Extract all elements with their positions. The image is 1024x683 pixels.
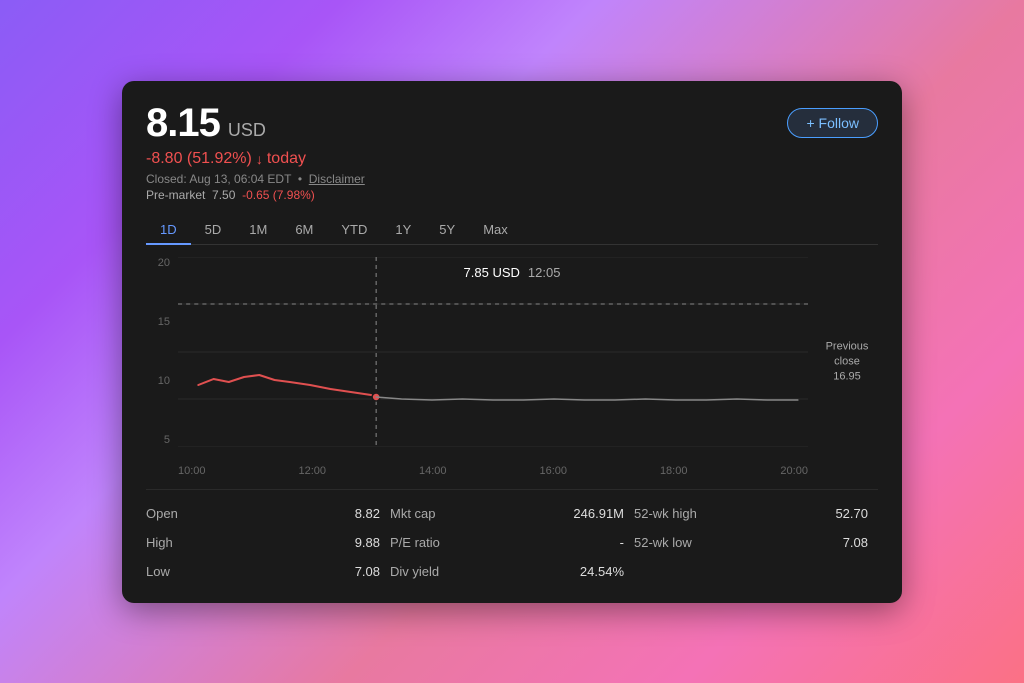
stats-col-2: Mkt cap 246.91M P/E ratio - Div yield 24… — [390, 502, 634, 583]
stat-mktcap: Mkt cap 246.91M — [390, 502, 634, 525]
y-label-15: 15 — [146, 316, 170, 328]
stat-open: Open 8.82 — [146, 502, 390, 525]
stat-div-value: 24.54% — [580, 564, 624, 579]
price-main: 8.15 — [146, 101, 220, 146]
header-row: 8.15 USD + Follow — [146, 101, 878, 146]
tab-1d[interactable]: 1D — [146, 216, 191, 245]
stats-col-1: Open 8.82 High 9.88 Low 7.08 — [146, 502, 390, 583]
stat-pe-value: - — [620, 535, 624, 550]
time-tabs: 1D 5D 1M 6M YTD 1Y 5Y Max — [146, 216, 878, 245]
stat-52wk-high: 52-wk high 52.70 — [634, 502, 878, 525]
x-label-1400: 14:00 — [419, 465, 447, 477]
y-label-10: 10 — [146, 375, 170, 387]
x-label-1000: 10:00 — [178, 465, 206, 477]
stats-col-3: 52-wk high 52.70 52-wk low 7.08 — [634, 502, 878, 583]
stat-52wk-low-value: 7.08 — [843, 535, 868, 550]
stat-open-value: 8.82 — [355, 506, 380, 521]
change-arrow: ↓ — [256, 151, 263, 167]
stat-high-value: 9.88 — [355, 535, 380, 550]
stat-mktcap-value: 246.91M — [573, 506, 624, 521]
stat-low: Low 7.08 — [146, 560, 390, 583]
stat-52wk-high-label: 52-wk high — [634, 506, 697, 521]
stat-52wk-low: 52-wk low 7.08 — [634, 531, 878, 554]
change-label: today — [267, 150, 306, 168]
y-label-5: 5 — [146, 434, 170, 446]
stat-mktcap-label: Mkt cap — [390, 506, 436, 521]
y-label-20: 20 — [146, 257, 170, 269]
disclaimer-link[interactable]: Disclaimer — [309, 172, 365, 186]
premarket-row: Pre-market 7.50 -0.65 (7.98%) — [146, 188, 878, 202]
change-row: -8.80 (51.92%) ↓ today — [146, 150, 878, 168]
stats-grid: Open 8.82 High 9.88 Low 7.08 Mkt cap 246… — [146, 489, 878, 583]
x-label-1600: 16:00 — [539, 465, 567, 477]
x-label-1200: 12:00 — [298, 465, 326, 477]
tab-6m[interactable]: 6M — [281, 216, 327, 245]
y-axis: 20 15 10 5 — [146, 257, 170, 447]
stat-pe: P/E ratio - — [390, 531, 634, 554]
stat-pe-label: P/E ratio — [390, 535, 440, 550]
closed-text: Closed: Aug 13, 06:04 EDT — [146, 172, 291, 186]
x-label-2000: 20:00 — [780, 465, 808, 477]
x-label-1800: 18:00 — [660, 465, 688, 477]
price-currency: USD — [228, 120, 266, 141]
chart-svg-container — [178, 257, 808, 447]
stat-div: Div yield 24.54% — [390, 560, 634, 583]
premarket-change: -0.65 (7.98%) — [239, 188, 315, 202]
x-axis: 10:00 12:00 14:00 16:00 18:00 20:00 — [178, 465, 808, 477]
change-value: -8.80 (51.92%) — [146, 150, 252, 168]
price-block: 8.15 USD — [146, 101, 266, 146]
tab-max[interactable]: Max — [469, 216, 522, 245]
stock-card: 8.15 USD + Follow -8.80 (51.92%) ↓ today… — [122, 81, 902, 603]
tab-5d[interactable]: 5D — [191, 216, 236, 245]
tab-1y[interactable]: 1Y — [381, 216, 425, 245]
stat-div-label: Div yield — [390, 564, 439, 579]
tab-5y[interactable]: 5Y — [425, 216, 469, 245]
previous-close-label: Previousclose16.95 — [816, 339, 878, 385]
stat-52wk-low-label: 52-wk low — [634, 535, 692, 550]
meta-row: Closed: Aug 13, 06:04 EDT • Disclaimer — [146, 172, 878, 186]
stat-high-label: High — [146, 535, 173, 550]
premarket-label: Pre-market — [146, 188, 205, 202]
tab-1m[interactable]: 1M — [235, 216, 281, 245]
stat-low-value: 7.08 — [355, 564, 380, 579]
chart-area: 7.85 USD 12:05 20 15 10 5 — [146, 257, 878, 477]
stat-52wk-high-value: 52.70 — [835, 506, 868, 521]
chart-svg — [178, 257, 808, 447]
tab-ytd[interactable]: YTD — [327, 216, 381, 245]
follow-button[interactable]: + Follow — [787, 108, 878, 138]
stat-high: High 9.88 — [146, 531, 390, 554]
stat-low-label: Low — [146, 564, 170, 579]
premarket-price: 7.50 — [209, 188, 236, 202]
stat-open-label: Open — [146, 506, 178, 521]
